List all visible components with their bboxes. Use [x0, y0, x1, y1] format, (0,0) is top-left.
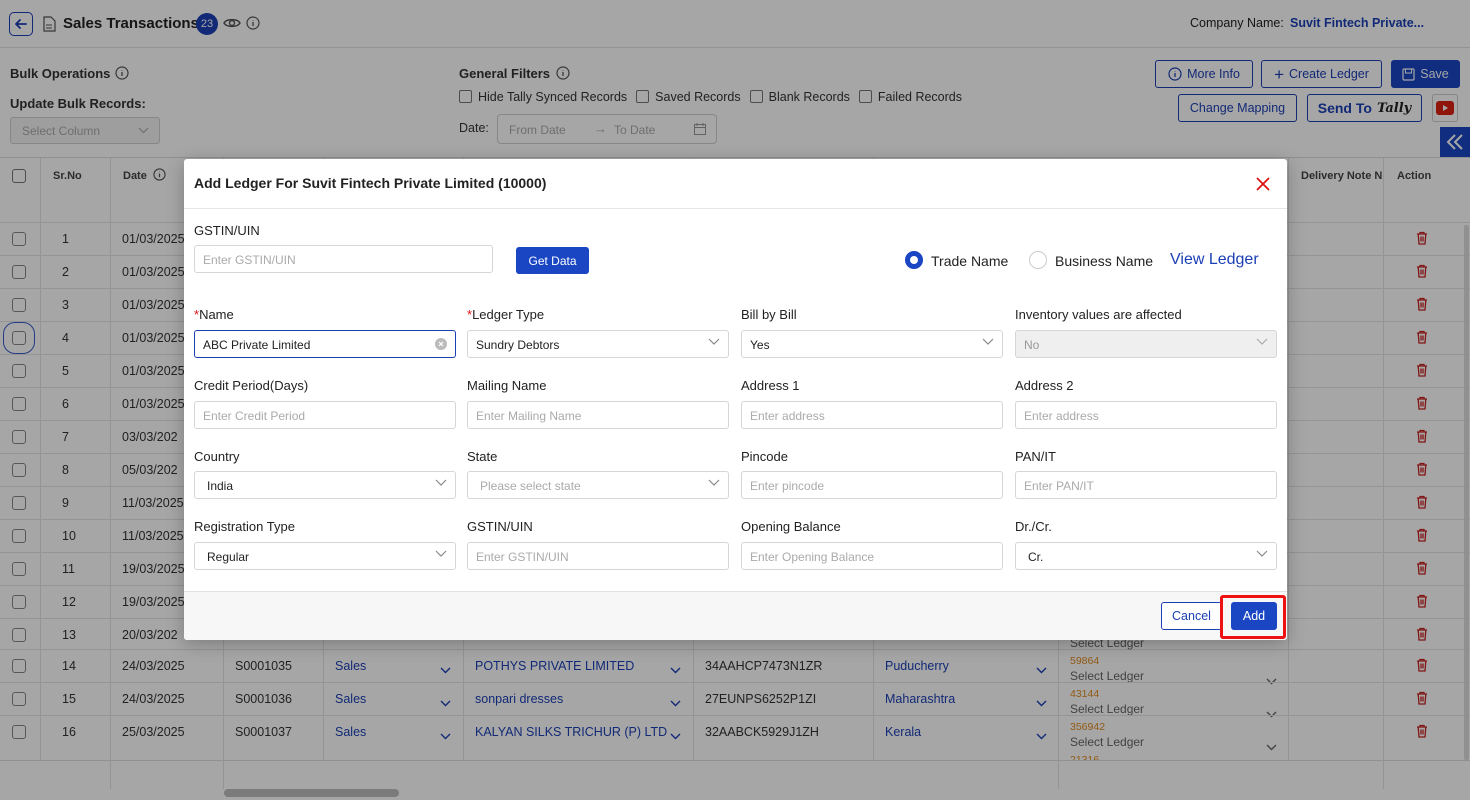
gstin2-placeholder: Enter GSTIN/UIN	[476, 550, 569, 564]
pan-placeholder: Enter PAN/IT	[1024, 479, 1094, 493]
chevron-down-icon	[435, 479, 447, 486]
name-label-text: Name	[199, 307, 234, 322]
gstin-placeholder: Enter GSTIN/UIN	[203, 253, 296, 267]
name-label: *Name	[194, 307, 234, 322]
bill-by-bill-value: Yes	[750, 338, 770, 352]
registration-type-value: Regular	[207, 550, 250, 564]
drcr-value: Cr.	[1028, 550, 1044, 564]
bill-by-bill-label: Bill by Bill	[741, 307, 797, 322]
clear-icon[interactable]	[435, 338, 447, 350]
address1-input[interactable]: Enter address	[741, 401, 1003, 429]
opening-balance-label: Opening Balance	[741, 519, 841, 534]
pan-label: PAN/IT	[1015, 449, 1056, 464]
ledger-type-label-text: Ledger Type	[472, 307, 545, 322]
address2-input[interactable]: Enter address	[1015, 401, 1277, 429]
gstin-input[interactable]: Enter GSTIN/UIN	[194, 245, 493, 273]
inventory-label: Inventory values are affected	[1015, 307, 1182, 322]
modal-header: Add Ledger For Suvit Fintech Private Lim…	[184, 159, 1287, 209]
pincode-input[interactable]: Enter pincode	[741, 471, 1003, 499]
trade-name-radio[interactable]	[905, 251, 923, 269]
cancel-button[interactable]: Cancel	[1161, 602, 1222, 630]
chevron-down-icon	[435, 550, 447, 557]
modal-title: Add Ledger For Suvit Fintech Private Lim…	[194, 175, 547, 191]
address2-placeholder: Enter address	[1024, 409, 1099, 423]
mailing-name-label: Mailing Name	[467, 378, 547, 393]
pincode-placeholder: Enter pincode	[750, 479, 825, 493]
business-name-radio[interactable]	[1029, 251, 1047, 269]
address1-label: Address 1	[741, 378, 800, 393]
drcr-select[interactable]: Cr.	[1015, 542, 1277, 570]
modal-footer: Cancel Add	[184, 591, 1287, 640]
name-value: ABC Private Limited	[203, 338, 311, 352]
ledger-type-select[interactable]: Sundry Debtors	[467, 330, 729, 358]
chevron-down-icon	[708, 479, 720, 486]
inventory-value: No	[1024, 338, 1040, 352]
chevron-down-icon	[1256, 550, 1268, 557]
address2-label: Address 2	[1015, 378, 1074, 393]
country-label: Country	[194, 449, 240, 464]
state-placeholder: Please select state	[480, 479, 581, 493]
mailing-name-placeholder: Enter Mailing Name	[476, 409, 582, 423]
credit-period-placeholder: Enter Credit Period	[203, 409, 306, 423]
add-ledger-modal: Add Ledger For Suvit Fintech Private Lim…	[184, 159, 1287, 640]
gstin-label: GSTIN/UIN	[194, 223, 260, 238]
chevron-down-icon	[708, 338, 720, 345]
get-data-button[interactable]: Get Data	[516, 247, 589, 274]
gstin2-label: GSTIN/UIN	[467, 519, 533, 534]
registration-type-label: Registration Type	[194, 519, 295, 534]
state-select[interactable]: Please select state	[467, 471, 729, 499]
pincode-label: Pincode	[741, 449, 788, 464]
ledger-type-value: Sundry Debtors	[476, 338, 560, 352]
credit-period-label: Credit Period(Days)	[194, 378, 309, 393]
opening-balance-input[interactable]: Enter Opening Balance	[741, 542, 1003, 570]
trade-name-label: Trade Name	[931, 253, 1009, 269]
pan-input[interactable]: Enter PAN/IT	[1015, 471, 1277, 499]
ledger-type-label: *Ledger Type	[467, 307, 545, 322]
inventory-select: No	[1015, 330, 1277, 358]
chevron-down-icon	[982, 338, 994, 345]
chevron-down-icon	[1256, 338, 1268, 345]
country-select[interactable]: India	[194, 471, 456, 499]
business-name-label: Business Name	[1055, 253, 1154, 269]
mailing-name-input[interactable]: Enter Mailing Name	[467, 401, 729, 429]
bill-by-bill-select[interactable]: Yes	[741, 330, 1003, 358]
opening-balance-placeholder: Enter Opening Balance	[750, 550, 875, 564]
address1-placeholder: Enter address	[750, 409, 825, 423]
state-label: State	[467, 449, 498, 464]
registration-type-select[interactable]: Regular	[194, 542, 456, 570]
country-value: India	[207, 479, 234, 493]
credit-period-input[interactable]: Enter Credit Period	[194, 401, 456, 429]
view-ledger-link[interactable]: View Ledger	[1170, 251, 1259, 269]
name-input[interactable]: ABC Private Limited	[194, 330, 456, 358]
add-button[interactable]: Add	[1231, 602, 1277, 630]
close-icon[interactable]	[1254, 175, 1272, 193]
gstin2-input[interactable]: Enter GSTIN/UIN	[467, 542, 729, 570]
drcr-label: Dr./Cr.	[1015, 519, 1052, 534]
